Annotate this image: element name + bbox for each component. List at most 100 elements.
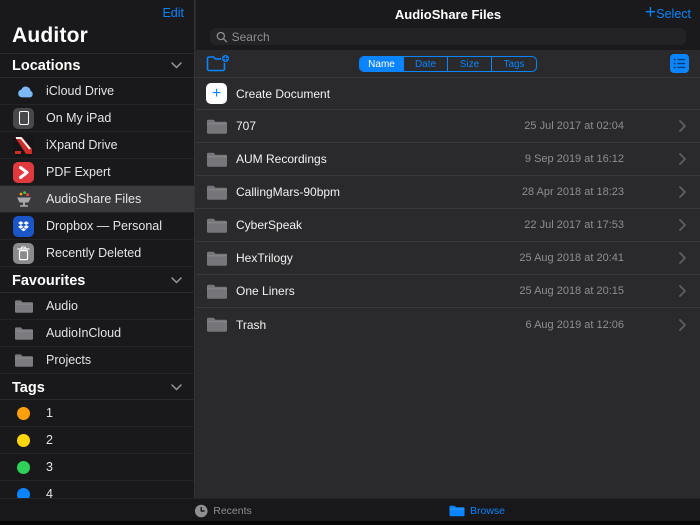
- sidebar-item-label: 1: [46, 406, 53, 420]
- sidebar-item-audioshare-files[interactable]: AudioShare Files: [0, 186, 194, 213]
- file-name: AUM Recordings: [236, 152, 327, 166]
- file-date: 25 Aug 2018 at 20:41: [519, 252, 624, 264]
- sidebar-sections: Locations iCloud Drive On My iPad iXpand…: [0, 53, 194, 508]
- folder-icon: [206, 217, 230, 234]
- sidebar-item-label: 3: [46, 460, 53, 474]
- app-title: Auditor: [12, 24, 89, 47]
- tab-recents[interactable]: Recents: [194, 499, 252, 522]
- file-row[interactable]: Trash 6 Aug 2019 at 12:06: [196, 308, 700, 341]
- ipad-icon: [12, 107, 35, 130]
- sidebar-item-label: AudioInCloud: [46, 326, 122, 340]
- file-date: 25 Jul 2017 at 02:04: [524, 120, 624, 132]
- sort-option-tags[interactable]: Tags: [492, 57, 536, 71]
- new-folder-button[interactable]: [206, 54, 230, 78]
- search-input[interactable]: [231, 29, 680, 44]
- sidebar-item-recently-deleted[interactable]: Recently Deleted: [0, 240, 194, 267]
- file-name: CyberSpeak: [236, 218, 303, 232]
- chevron-right-icon: [679, 252, 686, 264]
- page-title: AudioShare Files: [394, 7, 502, 22]
- search-bar[interactable]: [210, 28, 686, 45]
- chevron-down-icon: [171, 384, 182, 391]
- add-button[interactable]: +: [645, 3, 656, 23]
- edit-button[interactable]: Edit: [162, 6, 184, 20]
- sort-option-date[interactable]: Date: [404, 57, 448, 71]
- file-date: 9 Sep 2019 at 16:12: [524, 153, 624, 165]
- sidebar-item-audioincloud[interactable]: AudioInCloud: [0, 320, 194, 347]
- folder-icon: [12, 295, 35, 318]
- sidebar-item-icloud-drive[interactable]: iCloud Drive: [0, 78, 194, 105]
- trash-icon: [12, 242, 35, 265]
- pdf-expert-icon: [12, 161, 35, 184]
- sidebar-item-tag-1[interactable]: 1: [0, 400, 194, 427]
- chevron-right-icon: [679, 219, 686, 231]
- icloud-drive-icon: [12, 80, 35, 103]
- chevron-right-icon: [679, 186, 686, 198]
- dropbox-icon: [12, 215, 35, 238]
- clock-icon: [194, 504, 208, 517]
- section-label: Favourites: [12, 272, 86, 289]
- bottom-tab-bar: Recents Browse: [0, 498, 700, 521]
- sidebar-item-label: PDF Expert: [46, 165, 111, 179]
- tag-dot-icon: [12, 429, 35, 452]
- file-name: 707: [236, 119, 257, 133]
- chevron-right-icon: [679, 120, 686, 132]
- section-header-favourites[interactable]: Favourites: [0, 269, 194, 293]
- file-row[interactable]: CyberSpeak 22 Jul 2017 at 17:53: [196, 209, 700, 242]
- sidebar-item-tag-3[interactable]: 3: [0, 454, 194, 481]
- sort-option-name[interactable]: Name: [360, 57, 404, 71]
- browse-folder-icon: [449, 505, 465, 516]
- main-pane: AudioShare Files + Select Name Date Size…: [196, 0, 700, 525]
- list-view-icon: [673, 58, 686, 69]
- create-document-label: Create Document: [236, 86, 331, 101]
- file-name: Trash: [236, 317, 267, 332]
- sidebar-item-ixpand-drive[interactable]: iXpand Drive: [0, 132, 194, 159]
- section-header-locations[interactable]: Locations: [0, 54, 194, 78]
- audioshare-icon: [12, 188, 35, 211]
- select-button[interactable]: Select: [656, 7, 691, 21]
- sidebar: Edit Auditor Locations iCloud Drive On M…: [0, 0, 195, 525]
- sort-segmented-control: Name Date Size Tags: [359, 56, 537, 72]
- file-row[interactable]: One Liners 25 Aug 2018 at 20:15: [196, 275, 700, 308]
- file-row[interactable]: CallingMars-90bpm 28 Apr 2018 at 18:23: [196, 176, 700, 209]
- chevron-down-icon: [171, 62, 182, 69]
- sidebar-item-on-my-ipad[interactable]: On My iPad: [0, 105, 194, 132]
- sidebar-item-audio[interactable]: Audio: [0, 293, 194, 320]
- chevron-right-icon: [679, 153, 686, 165]
- folder-icon: [206, 316, 230, 333]
- sidebar-item-label: Recently Deleted: [46, 246, 142, 260]
- list-view-button[interactable]: [670, 54, 689, 73]
- tag-dot-icon: [12, 456, 35, 479]
- folder-icon: [206, 151, 230, 168]
- tag-dot-icon: [12, 402, 35, 425]
- create-document-row[interactable]: + Create Document: [196, 78, 700, 110]
- file-row[interactable]: HexTrilogy 25 Aug 2018 at 20:41: [196, 242, 700, 275]
- sidebar-item-label: Dropbox — Personal: [46, 219, 163, 233]
- sidebar-item-dropbox[interactable]: Dropbox — Personal: [0, 213, 194, 240]
- sidebar-item-label: iCloud Drive: [46, 84, 115, 98]
- main-header: AudioShare Files + Select: [196, 0, 700, 50]
- file-row[interactable]: AUM Recordings 9 Sep 2019 at 16:12: [196, 143, 700, 176]
- search-icon: [216, 31, 228, 42]
- folder-icon: [206, 184, 230, 201]
- tab-label: Browse: [469, 504, 506, 517]
- chevron-right-icon: [679, 285, 686, 297]
- sidebar-item-pdf-expert[interactable]: PDF Expert: [0, 159, 194, 186]
- chevron-right-icon: [679, 318, 686, 331]
- ixpand-icon: [12, 134, 35, 157]
- tab-browse[interactable]: Browse: [449, 499, 505, 522]
- sidebar-item-label: iXpand Drive: [46, 138, 118, 152]
- create-document-icon: +: [206, 83, 227, 104]
- section-header-tags[interactable]: Tags: [0, 376, 194, 400]
- file-name: HexTrilogy: [236, 251, 293, 265]
- section-label: Locations: [12, 57, 81, 74]
- sidebar-item-tag-2[interactable]: 2: [0, 427, 194, 454]
- sidebar-item-projects[interactable]: Projects: [0, 347, 194, 374]
- sidebar-item-label: Audio: [46, 299, 78, 313]
- sort-option-size[interactable]: Size: [448, 57, 492, 71]
- file-list: + Create Document 707 25 Jul 2017 at 02:…: [196, 78, 700, 341]
- folder-icon: [206, 118, 230, 135]
- sidebar-item-label: Projects: [46, 353, 92, 367]
- file-row[interactable]: 707 25 Jul 2017 at 02:04: [196, 110, 700, 143]
- new-folder-icon: [206, 54, 230, 72]
- folder-icon: [12, 322, 35, 345]
